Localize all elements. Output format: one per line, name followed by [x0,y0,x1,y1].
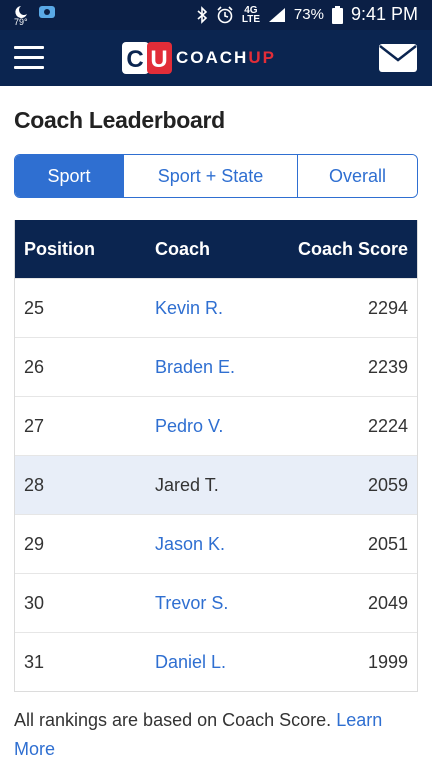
tab-overall[interactable]: Overall [298,155,417,197]
row-position: 28 [24,474,45,495]
row-position: 27 [24,415,45,436]
coach-link[interactable]: Pedro V. [155,416,223,436]
logo-wordmark: COACHUP [176,48,276,68]
app-notification-icon [39,6,55,18]
status-bar: 79° 4G LTE 73% 9:41 PM [0,0,432,30]
row-position: 25 [24,297,45,318]
logo-word-coach: COACH [176,48,249,67]
table-row: 30 Trevor S. 2049 [15,573,417,632]
row-score: 2239 [367,356,408,377]
header-position: Position [24,238,95,259]
battery-icon [331,5,343,24]
signal-icon [268,7,285,22]
leaderboard-tabs: Sport Sport + State Overall [14,154,418,198]
page-title: Coach Leaderboard [14,107,225,133]
tab-sport-state[interactable]: Sport + State [124,155,298,197]
row-position: 30 [24,592,45,613]
logo-word-up: UP [248,48,276,67]
row-score: 2051 [367,533,408,554]
mail-icon[interactable] [378,43,418,73]
row-score: 1999 [367,651,408,672]
hamburger-icon[interactable] [14,46,44,70]
row-score: 2294 [367,297,408,318]
logo-letter-u: U [150,46,167,73]
coach-link[interactable]: Kevin R. [155,298,223,318]
coach-link[interactable]: Jason K. [155,534,225,554]
network-type: 4G LTE [241,4,261,25]
coach-name: Jared T. [155,474,219,495]
table-row-current-user: 28 Jared T. 2059 [15,455,417,514]
row-score: 2049 [367,592,408,613]
table-header: Position Coach Coach Score [15,220,417,278]
row-score: 2059 [367,474,408,495]
temperature: 79° [14,17,28,27]
row-position: 31 [24,651,45,672]
alarm-clock-icon [217,5,233,23]
battery-percent: 73% [293,6,324,23]
status-right: 4G LTE 73% 9:41 PM [196,4,418,25]
coachup-logo[interactable]: C U COACHUP [122,42,276,74]
table-row: 25 Kevin R. 2294 [15,278,417,337]
tab-sport[interactable]: Sport [15,155,124,197]
coach-link[interactable]: Daniel L. [155,652,226,672]
logo-badge: C U [122,42,172,74]
row-score: 2224 [367,415,408,436]
bluetooth-icon [197,5,208,24]
coach-link[interactable]: Braden E. [155,357,235,377]
rankings-note: All rankings are based on Coach Score. L… [14,706,418,764]
row-position: 29 [24,533,45,554]
table-row: 26 Braden E. 2239 [15,337,417,396]
header-coach: Coach [155,238,211,259]
row-position: 26 [24,356,45,377]
logo-letter-c: C [126,46,143,73]
clock-time: 9:41 PM [350,4,418,24]
table-row: 31 Daniel L. 1999 [15,632,417,691]
header-coach-score: Coach Score [297,238,408,259]
table-row: 27 Pedro V. 2224 [15,396,417,455]
leaderboard-table: Position Coach Coach Score 25 Kevin R. 2… [14,220,418,692]
table-row: 29 Jason K. 2051 [15,514,417,573]
coach-link[interactable]: Trevor S. [155,593,228,613]
rankings-note-text: All rankings are based on Coach Score. [14,710,337,730]
app-header: C U COACHUP [0,30,432,86]
